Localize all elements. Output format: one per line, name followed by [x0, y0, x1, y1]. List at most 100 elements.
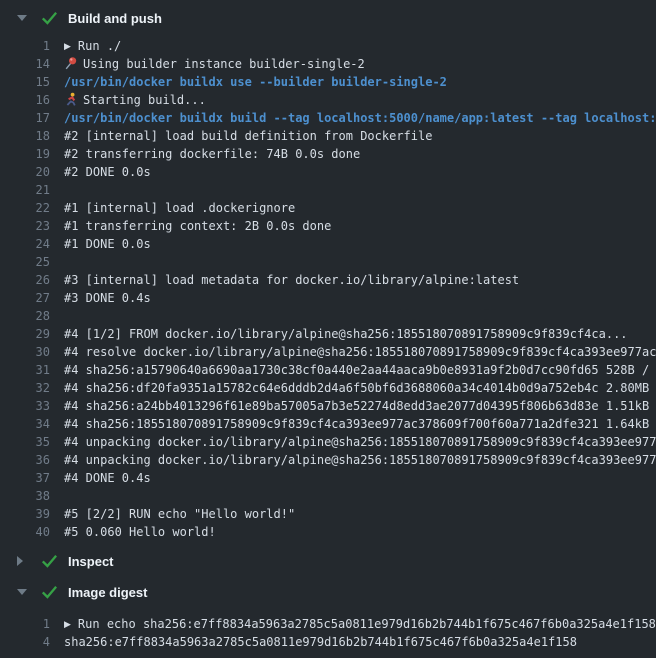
section-title: Image digest [68, 585, 147, 600]
line-number[interactable]: 14 [0, 55, 50, 73]
log-line: 17/usr/bin/docker buildx build --tag loc… [0, 109, 656, 127]
log-text: #4 resolve docker.io/library/alpine@sha2… [64, 343, 656, 361]
log-line: 31 #4 sha256:a15790640a6690aa1730c38cf0a4… [0, 361, 656, 379]
section-header-inspect[interactable]: Inspect [0, 547, 656, 575]
log-text: #4 unpacking docker.io/library/alpine@sh… [64, 451, 656, 469]
line-number[interactable]: 40 [0, 523, 50, 541]
log-text: #5 0.060 Hello world! [64, 523, 216, 541]
line-number[interactable]: 16 [0, 91, 50, 109]
log-line: 21 [0, 181, 656, 199]
line-number[interactable]: 1 [0, 37, 50, 55]
log-line: 28 [0, 307, 656, 325]
line-number[interactable]: 37 [0, 469, 50, 487]
line-number[interactable]: 15 [0, 73, 50, 91]
line-number[interactable]: 27 [0, 289, 50, 307]
log-line: 35 #4 unpacking docker.io/library/alpine@… [0, 433, 656, 451]
chevron-right-icon[interactable] [17, 556, 28, 566]
check-icon [42, 555, 58, 568]
log-line: 1 ▶Run echo sha256:e7ff8834a5963a2785c5a0… [0, 615, 656, 633]
log-text: #4 sha256:df20fa9351a15782c64e6dddb2d4a6… [64, 379, 656, 397]
section-image-digest: Image digest 1 ▶Run echo sha256:e7ff8834a5… [0, 578, 656, 651]
line-number[interactable]: 23 [0, 217, 50, 235]
log-line: 33 #4 sha256:a24bb4013296f61e89ba57005a7b… [0, 397, 656, 415]
log-line: 16 Starting build... [0, 91, 656, 109]
line-number[interactable]: 28 [0, 307, 50, 325]
log-text: #1 [internal] load .dockerignore [64, 199, 295, 217]
log-lines: 1 ▶Run echo sha256:e7ff8834a5963a2785c5a0… [0, 615, 656, 651]
log-line: 25 [0, 253, 656, 271]
log-text: #4 DONE 0.4s [64, 469, 151, 487]
pushpin-icon [64, 56, 77, 70]
section-title: Inspect [68, 554, 114, 569]
section-build-and-push: Build and push1▶Run ./14 Using builder i… [0, 4, 656, 541]
log-line: 23 #1 transferring context: 2B 0.0s done [0, 217, 656, 235]
log-text: Starting build... [64, 91, 206, 109]
log-text: #3 [internal] load metadata for docker.i… [64, 271, 519, 289]
log-line: 27#3 DONE 0.4s [0, 289, 656, 307]
log-line: 20 #2 DONE 0.0s [0, 163, 656, 181]
line-number[interactable]: 35 [0, 433, 50, 451]
line-number[interactable]: 24 [0, 235, 50, 253]
log-text: #2 DONE 0.0s [64, 163, 151, 181]
log-line: 40 #5 0.060 Hello world! [0, 523, 656, 541]
chevron-down-icon[interactable] [17, 15, 28, 21]
section-header-build-and-push[interactable]: Build and push [0, 4, 656, 32]
log-text: #2 transferring dockerfile: 74B 0.0s don… [64, 145, 360, 163]
log-line: 39 #5 [2/2] RUN echo "Hello world!" [0, 505, 656, 523]
log-line: 15/usr/bin/docker buildx use --builder b… [0, 73, 656, 91]
log-text: #4 sha256:a15790640a6690aa1730c38cf0a440… [64, 361, 656, 379]
line-number[interactable]: 31 [0, 361, 50, 379]
run-arrow-icon: ▶ [64, 616, 71, 633]
line-number[interactable]: 30 [0, 343, 50, 361]
line-number[interactable]: 26 [0, 271, 50, 289]
line-number[interactable]: 18 [0, 127, 50, 145]
line-number[interactable]: 39 [0, 505, 50, 523]
log-text: #5 [2/2] RUN echo "Hello world!" [64, 505, 295, 523]
log-line: 30 #4 resolve docker.io/library/alpine@sh… [0, 343, 656, 361]
line-number[interactable]: 20 [0, 163, 50, 181]
line-number[interactable]: 4 [0, 633, 50, 651]
log-text: sha256:e7ff8834a5963a2785c5a0811e979d16b… [64, 633, 577, 651]
line-number[interactable]: 17 [0, 109, 50, 127]
log-line: 18 #2 [internal] load build definition fr… [0, 127, 656, 145]
runner-icon [64, 92, 77, 106]
chevron-down-icon[interactable] [17, 589, 28, 595]
log-line: 32 #4 sha256:df20fa9351a15782c64e6dddb2d4… [0, 379, 656, 397]
log-text: /usr/bin/docker buildx build --tag local… [64, 109, 656, 127]
line-number[interactable]: 36 [0, 451, 50, 469]
log-text: ▶Run echo sha256:e7ff8834a5963a2785c5a08… [64, 615, 656, 633]
log-line: 1▶Run ./ [0, 37, 656, 55]
line-number[interactable]: 25 [0, 253, 50, 271]
log-line: 14 Using builder instance builder-single… [0, 55, 656, 73]
log-line: 37 #4 DONE 0.4s [0, 469, 656, 487]
line-number[interactable]: 38 [0, 487, 50, 505]
log-line: 4 sha256:e7ff8834a5963a2785c5a0811e979d16… [0, 633, 656, 651]
log-line: 38 [0, 487, 656, 505]
line-number[interactable]: 22 [0, 199, 50, 217]
line-number[interactable]: 21 [0, 181, 50, 199]
log-lines: 1▶Run ./14 Using builder instance builde… [0, 37, 656, 541]
log-line: 26 #3 [internal] load metadata for docker… [0, 271, 656, 289]
log-text: #1 transferring context: 2B 0.0s done [64, 217, 331, 235]
line-number[interactable]: 19 [0, 145, 50, 163]
section-header-image-digest[interactable]: Image digest [0, 578, 656, 606]
log-text: #4 [1/2] FROM docker.io/library/alpine@s… [64, 325, 628, 343]
line-number[interactable]: 33 [0, 397, 50, 415]
log-text: #4 sha256:a24bb4013296f61e89ba57005a7b3e… [64, 397, 656, 415]
line-number[interactable]: 34 [0, 415, 50, 433]
log-line: 19 #2 transferring dockerfile: 74B 0.0s d… [0, 145, 656, 163]
line-number[interactable]: 32 [0, 379, 50, 397]
log-text: #4 sha256:185518070891758909c9f839cf4ca3… [64, 415, 656, 433]
line-number[interactable]: 29 [0, 325, 50, 343]
log-line: 34 #4 sha256:185518070891758909c9f839cf4c… [0, 415, 656, 433]
line-number[interactable]: 1 [0, 615, 50, 633]
section-inspect: Inspect [0, 547, 656, 575]
log-line: 24 #1 DONE 0.0s [0, 235, 656, 253]
log-text: #2 [internal] load build definition from… [64, 127, 432, 145]
log-line: 22 #1 [internal] load .dockerignore [0, 199, 656, 217]
log-text: #4 unpacking docker.io/library/alpine@sh… [64, 433, 656, 451]
log-text: #1 DONE 0.0s [64, 235, 151, 253]
run-arrow-icon: ▶ [64, 38, 71, 55]
check-icon [42, 12, 58, 25]
log-text: Using builder instance builder-single-2 [64, 55, 365, 73]
